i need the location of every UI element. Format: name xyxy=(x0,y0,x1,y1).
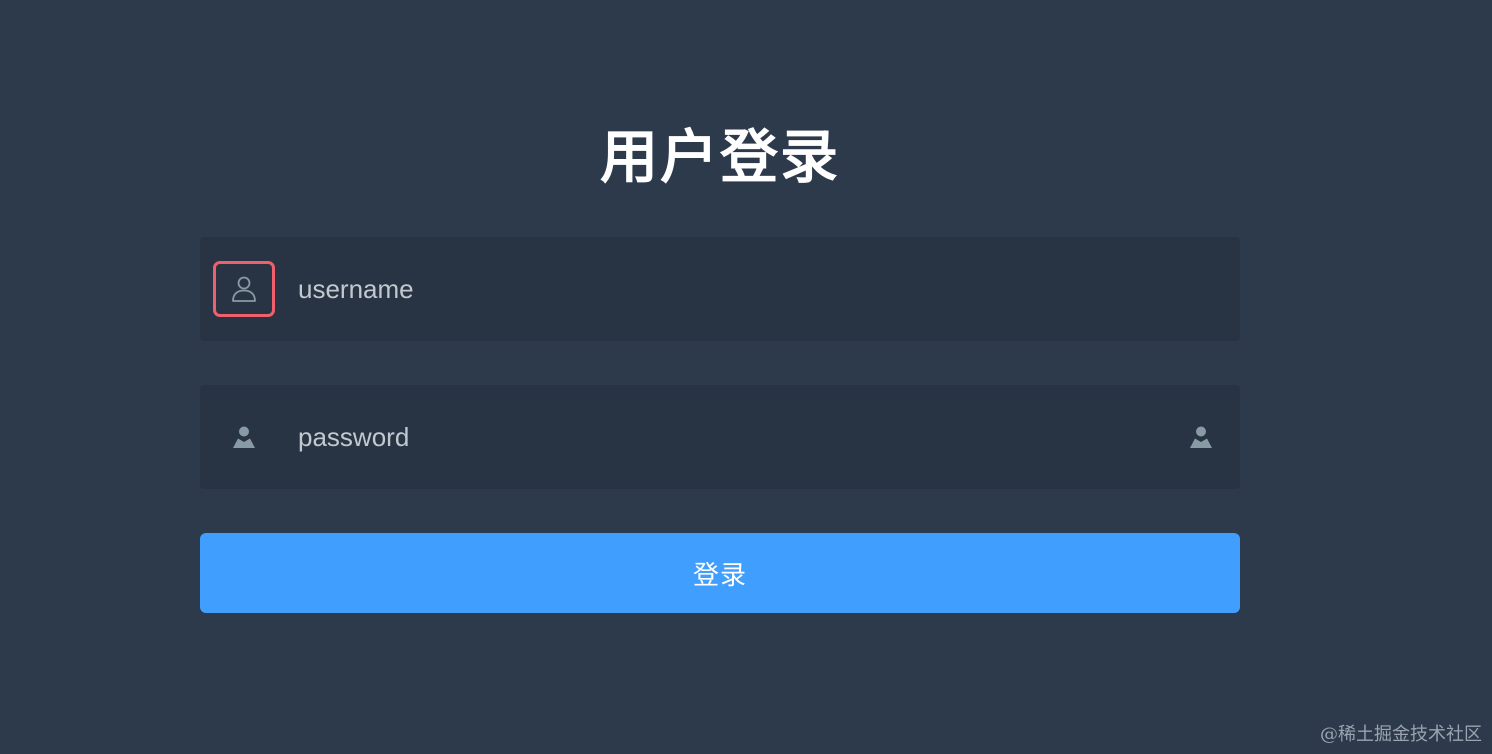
username-input[interactable] xyxy=(298,237,1118,341)
user-outline-icon xyxy=(213,261,275,317)
login-title: 用户登录 xyxy=(599,125,840,190)
show-password-toggle-icon[interactable] xyxy=(1178,415,1224,459)
user-solid-icon xyxy=(213,409,275,465)
username-field xyxy=(200,237,1240,341)
login-button[interactable]: 登录 xyxy=(200,533,1240,613)
password-field xyxy=(200,385,1240,489)
password-input[interactable] xyxy=(298,385,1118,489)
watermark: @稀土掘金技术社区 xyxy=(1320,724,1482,745)
